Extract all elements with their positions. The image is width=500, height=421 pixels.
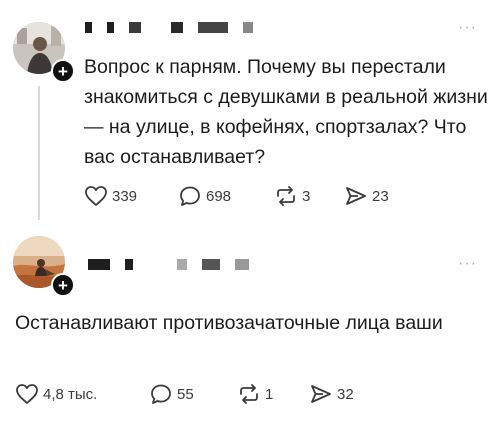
comment-count: 698 bbox=[206, 187, 232, 205]
repost-button[interactable]: 1 bbox=[237, 383, 309, 405]
send-icon bbox=[311, 385, 331, 403]
like-button[interactable]: 339 bbox=[84, 185, 178, 207]
repost-count: 1 bbox=[265, 385, 274, 403]
like-button[interactable]: 4,8 тыс. bbox=[15, 383, 149, 405]
repost-count: 3 bbox=[302, 187, 311, 205]
like-count: 339 bbox=[112, 187, 138, 205]
author-name-redacted[interactable] bbox=[85, 22, 268, 33]
comment-button[interactable]: 55 bbox=[149, 383, 237, 405]
share-count: 32 bbox=[337, 385, 354, 403]
thread-line bbox=[38, 86, 40, 220]
post-text: Останавливают противозачаточные лица ваш… bbox=[15, 312, 443, 334]
post-original: + ··· Вопрос к парням. Почему вы переста… bbox=[0, 0, 500, 220]
comment-count: 55 bbox=[177, 385, 194, 403]
share-button[interactable]: 23 bbox=[344, 185, 414, 207]
comment-icon bbox=[151, 384, 171, 404]
repost-button[interactable]: 3 bbox=[274, 185, 344, 207]
more-options-icon[interactable]: ··· bbox=[458, 255, 477, 273]
author-name-redacted[interactable] bbox=[88, 259, 264, 270]
heart-icon bbox=[85, 186, 107, 206]
follow-plus-icon[interactable]: + bbox=[51, 273, 75, 297]
post-actions: 4,8 тыс. 55 1 32 bbox=[15, 383, 379, 405]
like-count: 4,8 тыс. bbox=[43, 385, 98, 403]
post-reply: + ··· Останавливают противозачаточные ли… bbox=[0, 222, 500, 421]
repost-icon bbox=[240, 384, 258, 404]
follow-plus-icon[interactable]: + bbox=[51, 59, 75, 83]
send-icon bbox=[346, 187, 366, 205]
post-actions: 339 698 3 23 bbox=[84, 185, 414, 207]
heart-icon bbox=[16, 384, 38, 404]
post-text: Вопрос к парням. Почему вы перестали зна… bbox=[84, 56, 488, 168]
comment-button[interactable]: 698 bbox=[178, 185, 274, 207]
share-button[interactable]: 32 bbox=[309, 383, 379, 405]
comment-icon bbox=[180, 186, 200, 206]
share-count: 23 bbox=[372, 187, 389, 205]
more-options-icon[interactable]: ··· bbox=[458, 19, 477, 37]
repost-icon bbox=[277, 186, 295, 206]
